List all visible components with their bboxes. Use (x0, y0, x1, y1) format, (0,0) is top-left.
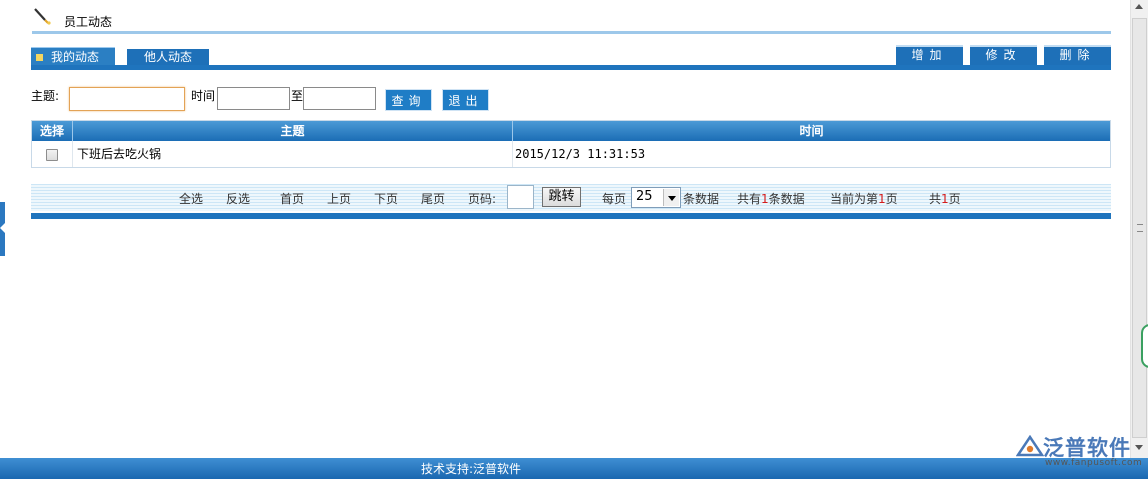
total-suffix: 条数据 (768, 192, 805, 206)
collapse-arrow-icon (0, 223, 5, 233)
vertical-scrollbar[interactable] (1130, 0, 1148, 460)
dropdown-arrow-icon[interactable] (663, 189, 679, 206)
exit-button[interactable]: 退出 (442, 89, 489, 111)
side-widget-icon[interactable] (1141, 324, 1148, 368)
subject-input[interactable] (69, 87, 185, 111)
per-page-select[interactable]: 25 (631, 187, 681, 208)
invert-selection-link[interactable]: 反选 (226, 190, 250, 207)
prev-page-link[interactable]: 上页 (327, 190, 351, 207)
brand-url: www.fanpusoft.com (1045, 458, 1143, 468)
grip-icon (1137, 224, 1143, 232)
footer-bar: 技术支持:泛普软件 (0, 458, 1148, 479)
brand-watermark: 泛普软件 www.fanpusoft.com (1016, 432, 1143, 472)
page-title: 员工动态 (64, 15, 113, 29)
per-page-label: 每页 (602, 192, 627, 206)
square-bullet-icon (36, 54, 43, 61)
per-page-value: 25 (636, 189, 653, 204)
current-page-text: 当前为第1页 (830, 190, 898, 207)
column-header-subject[interactable]: 主题 (73, 121, 512, 141)
cell-separator (512, 141, 513, 167)
time-label: 时间 (191, 89, 216, 103)
next-page-link[interactable]: 下页 (374, 190, 398, 207)
time-to-input[interactable] (303, 87, 376, 110)
pages-count: 1 (941, 192, 949, 206)
tab-others-updates[interactable]: 他人动态 (127, 49, 209, 65)
pencil-icon (34, 8, 51, 25)
jump-button[interactable]: 跳转 (542, 187, 581, 207)
scroll-up-icon[interactable] (1135, 4, 1143, 9)
updates-table: 选择 主题 时间 下班后去吃火锅 2015/12/3 11:31:53 (31, 120, 1111, 168)
subject-label: 主题: (31, 89, 60, 103)
add-button[interactable]: 增加 (896, 45, 963, 65)
current-prefix: 当前为第 (830, 192, 879, 206)
tab-my-updates[interactable]: 我的动态 (31, 47, 115, 66)
current-page: 1 (878, 192, 886, 206)
to-label: 至 (291, 89, 304, 103)
total-count-text: 共有1条数据 (737, 190, 805, 207)
pages-prefix: 共 (929, 192, 942, 206)
tab-label: 我的动态 (51, 50, 100, 64)
total-prefix: 共有 (737, 192, 762, 206)
delete-button[interactable]: 删除 (1044, 45, 1111, 65)
page-number-input[interactable] (507, 185, 534, 209)
row-subject-cell[interactable]: 下班后去吃火锅 (77, 141, 161, 167)
current-suffix: 页 (885, 192, 898, 206)
title-divider (32, 31, 1111, 34)
column-header-select: 选择 (39, 124, 64, 138)
footer-support-text: 技术支持:泛普软件 (420, 462, 522, 476)
tab-bar-underline (31, 65, 1111, 70)
row-time-cell: 2015/12/3 11:31:53 (515, 147, 646, 161)
edit-button[interactable]: 修改 (970, 45, 1037, 65)
per-page-suffix: 条数据 (683, 192, 720, 206)
cell-separator (72, 141, 73, 167)
time-from-input[interactable] (217, 87, 290, 110)
query-button[interactable]: 查询 (385, 89, 432, 111)
brand-logo-icon (1016, 435, 1044, 457)
select-all-link[interactable]: 全选 (179, 190, 203, 207)
pager-underline (31, 213, 1111, 219)
page-number-label: 页码: (468, 192, 497, 206)
pages-suffix: 页 (948, 192, 961, 206)
total-pages-text: 共1页 (929, 190, 961, 207)
first-page-link[interactable]: 首页 (280, 190, 304, 207)
last-page-link[interactable]: 尾页 (421, 190, 445, 207)
scroll-thumb[interactable] (1132, 18, 1147, 438)
row-checkbox[interactable] (46, 149, 58, 161)
column-header-time[interactable]: 时间 (513, 121, 1110, 141)
total-count: 1 (761, 192, 769, 206)
